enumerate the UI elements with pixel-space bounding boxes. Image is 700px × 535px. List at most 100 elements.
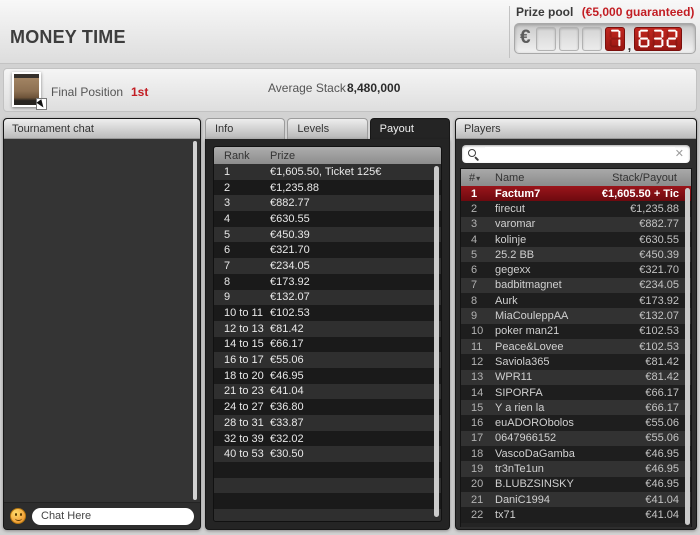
player-row[interactable]: 12 Saviola365 €81.42 xyxy=(461,354,691,370)
player-row[interactable]: 19 tr3nTe1un €46.95 xyxy=(461,461,691,477)
chat-input-row xyxy=(4,502,200,529)
player-row[interactable]: 18 VascoDaGamba €46.95 xyxy=(461,446,691,462)
player-row[interactable]: 11 Peace&Lovee €102.53 xyxy=(461,338,691,355)
prize-pool-digits: , xyxy=(535,26,683,53)
final-position-value: 1st xyxy=(131,85,149,99)
players-col-name[interactable]: Name xyxy=(495,172,601,184)
digit-cell-empty xyxy=(535,26,556,51)
player-row[interactable]: 6 gegexx €321.70 xyxy=(461,262,691,278)
player-row[interactable]: 13 WPR11 €81.42 xyxy=(461,369,691,385)
payout-row: 14 to 15 €66.17 xyxy=(214,336,441,353)
clear-search-icon[interactable]: ✕ xyxy=(675,148,684,160)
payout-row: 18 to 20 €46.95 xyxy=(214,367,441,384)
player-row[interactable]: 15 Y a rien la €66.17 xyxy=(461,400,691,416)
player-row[interactable]: 7 badbitmagnet €234.05 xyxy=(461,277,691,294)
payout-row: 32 to 39 €32.02 xyxy=(214,430,441,447)
digit-cell xyxy=(604,26,625,51)
payout-row: 5 €450.39 xyxy=(214,226,441,243)
payout-table: Rank Prize 1 €1,605.50, Ticket 125€ 2 €1,2… xyxy=(213,146,442,522)
header-divider xyxy=(509,6,510,58)
digit-cell-empty xyxy=(581,26,602,51)
tab-levels[interactable]: Levels xyxy=(287,118,368,139)
payout-row: 40 to 53 €30.50 xyxy=(214,446,441,463)
digit-cell-empty xyxy=(558,26,579,51)
cursor-icon xyxy=(36,98,47,110)
payout-row: 8 €173.92 xyxy=(214,273,441,290)
payout-row: 7 €234.05 xyxy=(214,258,441,274)
chat-scrollbar[interactable] xyxy=(193,141,197,500)
player-search-row: ✕ xyxy=(456,139,696,169)
prize-pool-guarantee: (€5,000 guaranteed) xyxy=(581,5,695,19)
player-row[interactable]: 10 poker man21 €102.53 xyxy=(461,323,691,339)
player-row[interactable]: 17 0647966152 €55.06 xyxy=(461,430,691,447)
average-stack-value: 8,480,000 xyxy=(347,81,401,95)
tournament-chat-panel: Tournament chat xyxy=(3,118,201,530)
player-row[interactable]: 22 tx71 €41.04 xyxy=(461,507,691,523)
payout-rows: 1 €1,605.50, Ticket 125€ 2 €1,235.88 3 €882… xyxy=(214,164,441,521)
player-row[interactable]: 5 25.2 BB €450.39 xyxy=(461,247,691,263)
search-icon xyxy=(468,148,479,160)
payout-row-empty xyxy=(214,477,441,494)
players-col-stack-payout[interactable]: Stack/Payout xyxy=(601,172,691,184)
chat-panel-title: Tournament chat xyxy=(4,119,200,139)
currency-symbol: € xyxy=(520,26,531,48)
tournament-title: MONEY TIME xyxy=(10,27,126,47)
player-row[interactable]: 2 firecut €1,235.88 xyxy=(461,201,691,217)
player-row[interactable]: 20 B.LUBZSINSKY✱ €46.95 xyxy=(461,476,691,492)
player-row[interactable]: 14 SIPORFA €66.17 xyxy=(461,384,691,401)
players-table-header: #▾ Name Stack/Payout xyxy=(461,169,691,186)
payout-row: 28 to 31 €33.87 xyxy=(214,415,441,431)
player-row[interactable]: 3 varomar €882.77 xyxy=(461,216,691,232)
player-search-box[interactable]: ✕ xyxy=(462,145,690,163)
payout-col-prize: Prize xyxy=(270,149,296,162)
payout-col-rank: Rank xyxy=(224,149,250,162)
payout-row-empty xyxy=(214,462,441,478)
digit-cell-group xyxy=(634,26,683,51)
chat-input[interactable] xyxy=(32,507,194,525)
players-scrollbar[interactable] xyxy=(685,188,690,525)
tab-bar: Info Levels Payout xyxy=(205,118,450,139)
players-col-position[interactable]: #▾ xyxy=(461,172,495,184)
payout-row: 16 to 17 €55.06 xyxy=(214,352,441,368)
info-bar: Final Position 1st Average Stack 8,480,0… xyxy=(3,68,697,112)
emoticon-button[interactable] xyxy=(10,508,26,524)
prize-pool-label: Prize pool xyxy=(516,5,574,19)
players-table: #▾ Name Stack/Payout 1 Factum7 €1,605.50… xyxy=(460,168,692,527)
player-row[interactable]: 8 Aurk €173.92 xyxy=(461,293,691,309)
payout-row: 24 to 27 €36.80 xyxy=(214,399,441,415)
player-search-input[interactable] xyxy=(485,147,675,161)
payout-row: 9 €132.07 xyxy=(214,289,441,306)
digit-comma: , xyxy=(627,37,632,53)
payout-row: 10 to 11 €102.53 xyxy=(214,305,441,321)
final-position-label: Final Position xyxy=(51,85,124,99)
info-tabs-panel: Info Levels Payout Rank Prize 1 €1,605.50… xyxy=(205,118,450,530)
player-row[interactable]: 4 kolinje €630.55 xyxy=(461,231,691,248)
player-row[interactable]: 16 euADORObolos €55.06 xyxy=(461,415,691,431)
sort-desc-icon: ▾ xyxy=(476,173,481,183)
payout-row: 12 to 13 €81.42 xyxy=(214,320,441,337)
player-avatar[interactable] xyxy=(12,72,47,110)
tab-payout[interactable]: Payout xyxy=(369,118,450,139)
payout-scrollbar[interactable] xyxy=(434,166,439,517)
player-row[interactable]: 9 MiaCouleppAA €132.07 xyxy=(461,308,691,324)
prize-pool-display: € , xyxy=(514,23,696,54)
payout-row: 3 €882.77 xyxy=(214,195,441,212)
chat-messages-area xyxy=(4,139,200,502)
payout-row: 1 €1,605.50, Ticket 125€ xyxy=(214,164,441,180)
players-panel: Players ✕ #▾ Name Stack/Payout 1 Factum7… xyxy=(455,118,697,530)
payout-tab-content: Rank Prize 1 €1,605.50, Ticket 125€ 2 €1,2… xyxy=(205,139,450,530)
tab-info[interactable]: Info xyxy=(205,118,286,139)
average-stack-label: Average Stack xyxy=(268,81,346,95)
payout-row: 6 €321.70 xyxy=(214,242,441,259)
payout-row-empty xyxy=(214,493,441,510)
payout-row: 4 €630.55 xyxy=(214,211,441,227)
payout-row: 21 to 23 €41.04 xyxy=(214,383,441,400)
payout-table-header: Rank Prize xyxy=(214,147,441,164)
players-panel-title: Players xyxy=(456,119,696,139)
players-rows: 1 Factum7 €1,605.50 + Tic 2 firecut €1,2… xyxy=(461,186,691,523)
payout-row: 2 €1,235.88 xyxy=(214,179,441,196)
prize-pool-section: Prize pool (€5,000 guaranteed) € , xyxy=(514,5,696,54)
player-row[interactable]: 21 DaniC1994 €41.04 xyxy=(461,491,691,508)
player-row[interactable]: 1 Factum7 €1,605.50 + Tic xyxy=(461,186,691,202)
payout-row-empty xyxy=(214,509,441,521)
